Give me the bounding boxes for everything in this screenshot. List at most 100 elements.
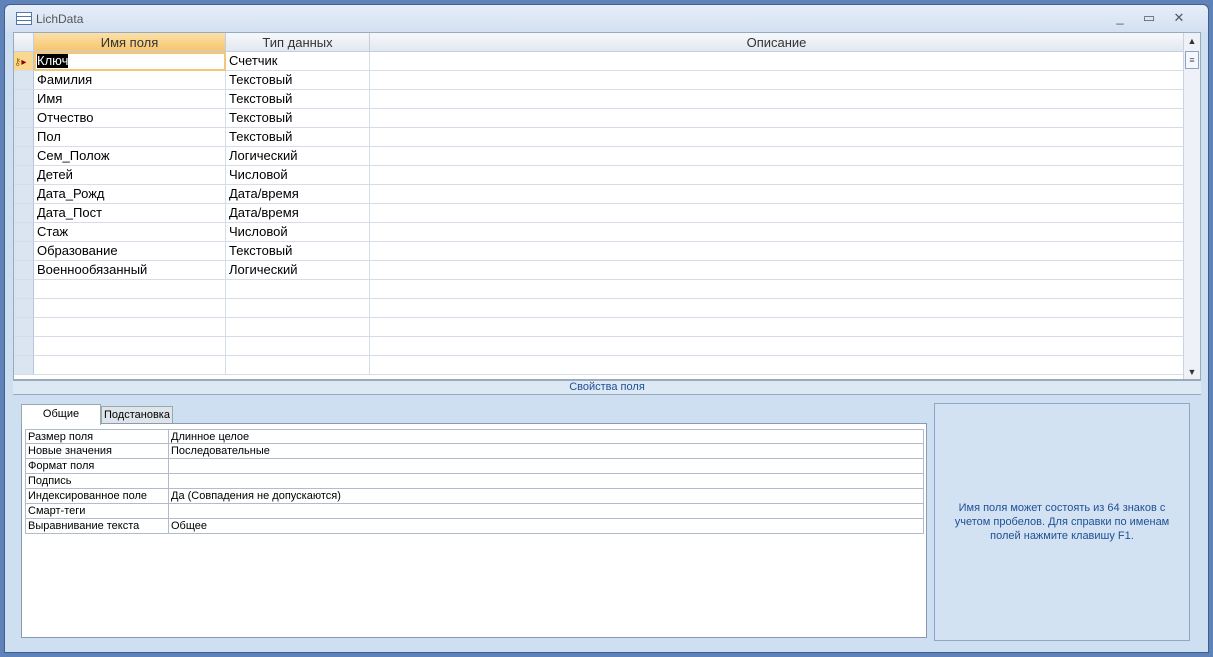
description-cell[interactable] bbox=[370, 242, 1184, 261]
field-row[interactable]: Фамилия Текстовый bbox=[14, 71, 1184, 90]
description-cell[interactable] bbox=[370, 356, 1184, 375]
row-selector[interactable] bbox=[14, 204, 34, 223]
row-selector[interactable] bbox=[14, 356, 34, 375]
description-cell[interactable] bbox=[370, 109, 1184, 128]
description-cell[interactable] bbox=[370, 318, 1184, 337]
scroll-up-icon[interactable]: ▲ bbox=[1184, 36, 1200, 46]
description-cell[interactable] bbox=[370, 223, 1184, 242]
description-cell[interactable] bbox=[370, 280, 1184, 299]
data-type-cell[interactable]: Числовой bbox=[226, 223, 370, 242]
data-type-cell[interactable]: Текстовый bbox=[226, 90, 370, 109]
property-row[interactable]: Размер поля Длинное целое bbox=[25, 429, 924, 444]
row-selector[interactable] bbox=[14, 242, 34, 261]
data-type-cell[interactable]: Счетчик bbox=[226, 52, 370, 71]
description-cell[interactable] bbox=[370, 147, 1184, 166]
tab-lookup[interactable]: Подстановка bbox=[101, 406, 173, 424]
description-cell[interactable] bbox=[370, 299, 1184, 318]
field-name-cell[interactable]: Образование bbox=[34, 242, 226, 261]
field-row[interactable]: Детей Числовой bbox=[14, 166, 1184, 185]
description-cell[interactable] bbox=[370, 166, 1184, 185]
field-name-cell[interactable]: Фамилия bbox=[34, 71, 226, 90]
field-name-cell[interactable]: Имя bbox=[34, 90, 226, 109]
data-type-cell[interactable] bbox=[226, 280, 370, 299]
field-name-cell[interactable] bbox=[34, 299, 226, 318]
data-type-cell[interactable]: Числовой bbox=[226, 166, 370, 185]
maximize-button[interactable]: ▭ bbox=[1139, 10, 1159, 26]
scroll-thumb[interactable]: ≡ bbox=[1185, 51, 1199, 69]
field-name-cell[interactable]: Дата_Пост bbox=[34, 204, 226, 223]
field-name-cell[interactable]: Детей bbox=[34, 166, 226, 185]
field-row[interactable] bbox=[14, 280, 1184, 299]
vertical-scrollbar[interactable]: ▲ ≡ ▼ bbox=[1183, 33, 1200, 379]
row-selector[interactable] bbox=[14, 147, 34, 166]
close-button[interactable]: ✕ bbox=[1169, 10, 1189, 26]
field-row[interactable] bbox=[14, 337, 1184, 356]
data-type-cell[interactable]: Текстовый bbox=[226, 109, 370, 128]
property-value[interactable] bbox=[169, 474, 171, 488]
data-type-cell[interactable]: Логический bbox=[226, 147, 370, 166]
description-cell[interactable] bbox=[370, 337, 1184, 356]
row-selector[interactable] bbox=[14, 337, 34, 356]
data-type-cell[interactable] bbox=[226, 299, 370, 318]
row-selector[interactable] bbox=[14, 128, 34, 147]
row-selector[interactable] bbox=[14, 185, 34, 204]
field-row[interactable]: Образование Текстовый bbox=[14, 242, 1184, 261]
minimize-button[interactable]: _ bbox=[1110, 10, 1130, 25]
field-row[interactable] bbox=[14, 299, 1184, 318]
scroll-down-icon[interactable]: ▼ bbox=[1184, 367, 1200, 377]
field-row[interactable]: Военнообязанный Логический bbox=[14, 261, 1184, 280]
field-name-cell[interactable] bbox=[34, 280, 226, 299]
description-cell[interactable] bbox=[370, 71, 1184, 90]
data-type-cell[interactable] bbox=[226, 318, 370, 337]
select-all-corner[interactable] bbox=[14, 33, 34, 52]
description-cell[interactable] bbox=[370, 204, 1184, 223]
field-row[interactable]: Имя Текстовый bbox=[14, 90, 1184, 109]
row-selector[interactable] bbox=[14, 299, 34, 318]
property-value[interactable]: Общее bbox=[169, 519, 207, 533]
field-row[interactable]: Дата_Рожд Дата/время bbox=[14, 185, 1184, 204]
description-cell[interactable] bbox=[370, 261, 1184, 280]
property-row[interactable]: Выравнивание текста Общее bbox=[25, 519, 924, 534]
field-name-cell[interactable] bbox=[34, 356, 226, 375]
description-cell[interactable] bbox=[370, 52, 1184, 71]
field-name-cell[interactable] bbox=[34, 337, 226, 356]
row-selector[interactable] bbox=[14, 71, 34, 90]
field-row[interactable]: Отчество Текстовый bbox=[14, 109, 1184, 128]
property-value[interactable]: Да (Совпадения не допускаются) bbox=[169, 489, 341, 503]
row-selector[interactable] bbox=[14, 261, 34, 280]
header-data-type[interactable]: Тип данных bbox=[226, 33, 370, 52]
row-selector[interactable] bbox=[14, 318, 34, 337]
data-type-cell[interactable]: Дата/время bbox=[226, 185, 370, 204]
field-row[interactable]: Стаж Числовой bbox=[14, 223, 1184, 242]
property-row[interactable]: Новые значения Последовательные bbox=[25, 444, 924, 459]
property-value[interactable] bbox=[169, 504, 171, 518]
field-row[interactable]: Сем_Полож Логический bbox=[14, 147, 1184, 166]
field-name-cell[interactable]: Пол bbox=[34, 128, 226, 147]
property-value[interactable] bbox=[169, 459, 171, 473]
property-value[interactable]: Последовательные bbox=[169, 444, 270, 458]
tab-general[interactable]: Общие bbox=[21, 404, 101, 425]
data-type-cell[interactable] bbox=[226, 356, 370, 375]
property-row[interactable]: Формат поля bbox=[25, 459, 924, 474]
field-name-cell[interactable]: Ключ bbox=[34, 52, 226, 71]
header-field-name[interactable]: Имя поля bbox=[34, 33, 226, 52]
data-type-cell[interactable]: Текстовый bbox=[226, 71, 370, 90]
field-name-cell[interactable]: Стаж bbox=[34, 223, 226, 242]
field-row[interactable]: Пол Текстовый bbox=[14, 128, 1184, 147]
field-row[interactable]: ⚷▸ Ключ Счетчик bbox=[14, 52, 1184, 71]
property-value[interactable]: Длинное целое bbox=[169, 430, 249, 444]
field-row[interactable]: Дата_Пост Дата/время bbox=[14, 204, 1184, 223]
description-cell[interactable] bbox=[370, 90, 1184, 109]
data-type-cell[interactable] bbox=[226, 337, 370, 356]
description-cell[interactable] bbox=[370, 128, 1184, 147]
data-type-cell[interactable]: Дата/время bbox=[226, 204, 370, 223]
description-cell[interactable] bbox=[370, 185, 1184, 204]
data-type-cell[interactable]: Логический bbox=[226, 261, 370, 280]
row-selector[interactable] bbox=[14, 109, 34, 128]
row-selector[interactable]: ⚷▸ bbox=[14, 52, 34, 71]
row-selector[interactable] bbox=[14, 166, 34, 185]
row-selector[interactable] bbox=[14, 90, 34, 109]
field-row[interactable] bbox=[14, 318, 1184, 337]
row-selector[interactable] bbox=[14, 223, 34, 242]
field-name-cell[interactable] bbox=[34, 318, 226, 337]
